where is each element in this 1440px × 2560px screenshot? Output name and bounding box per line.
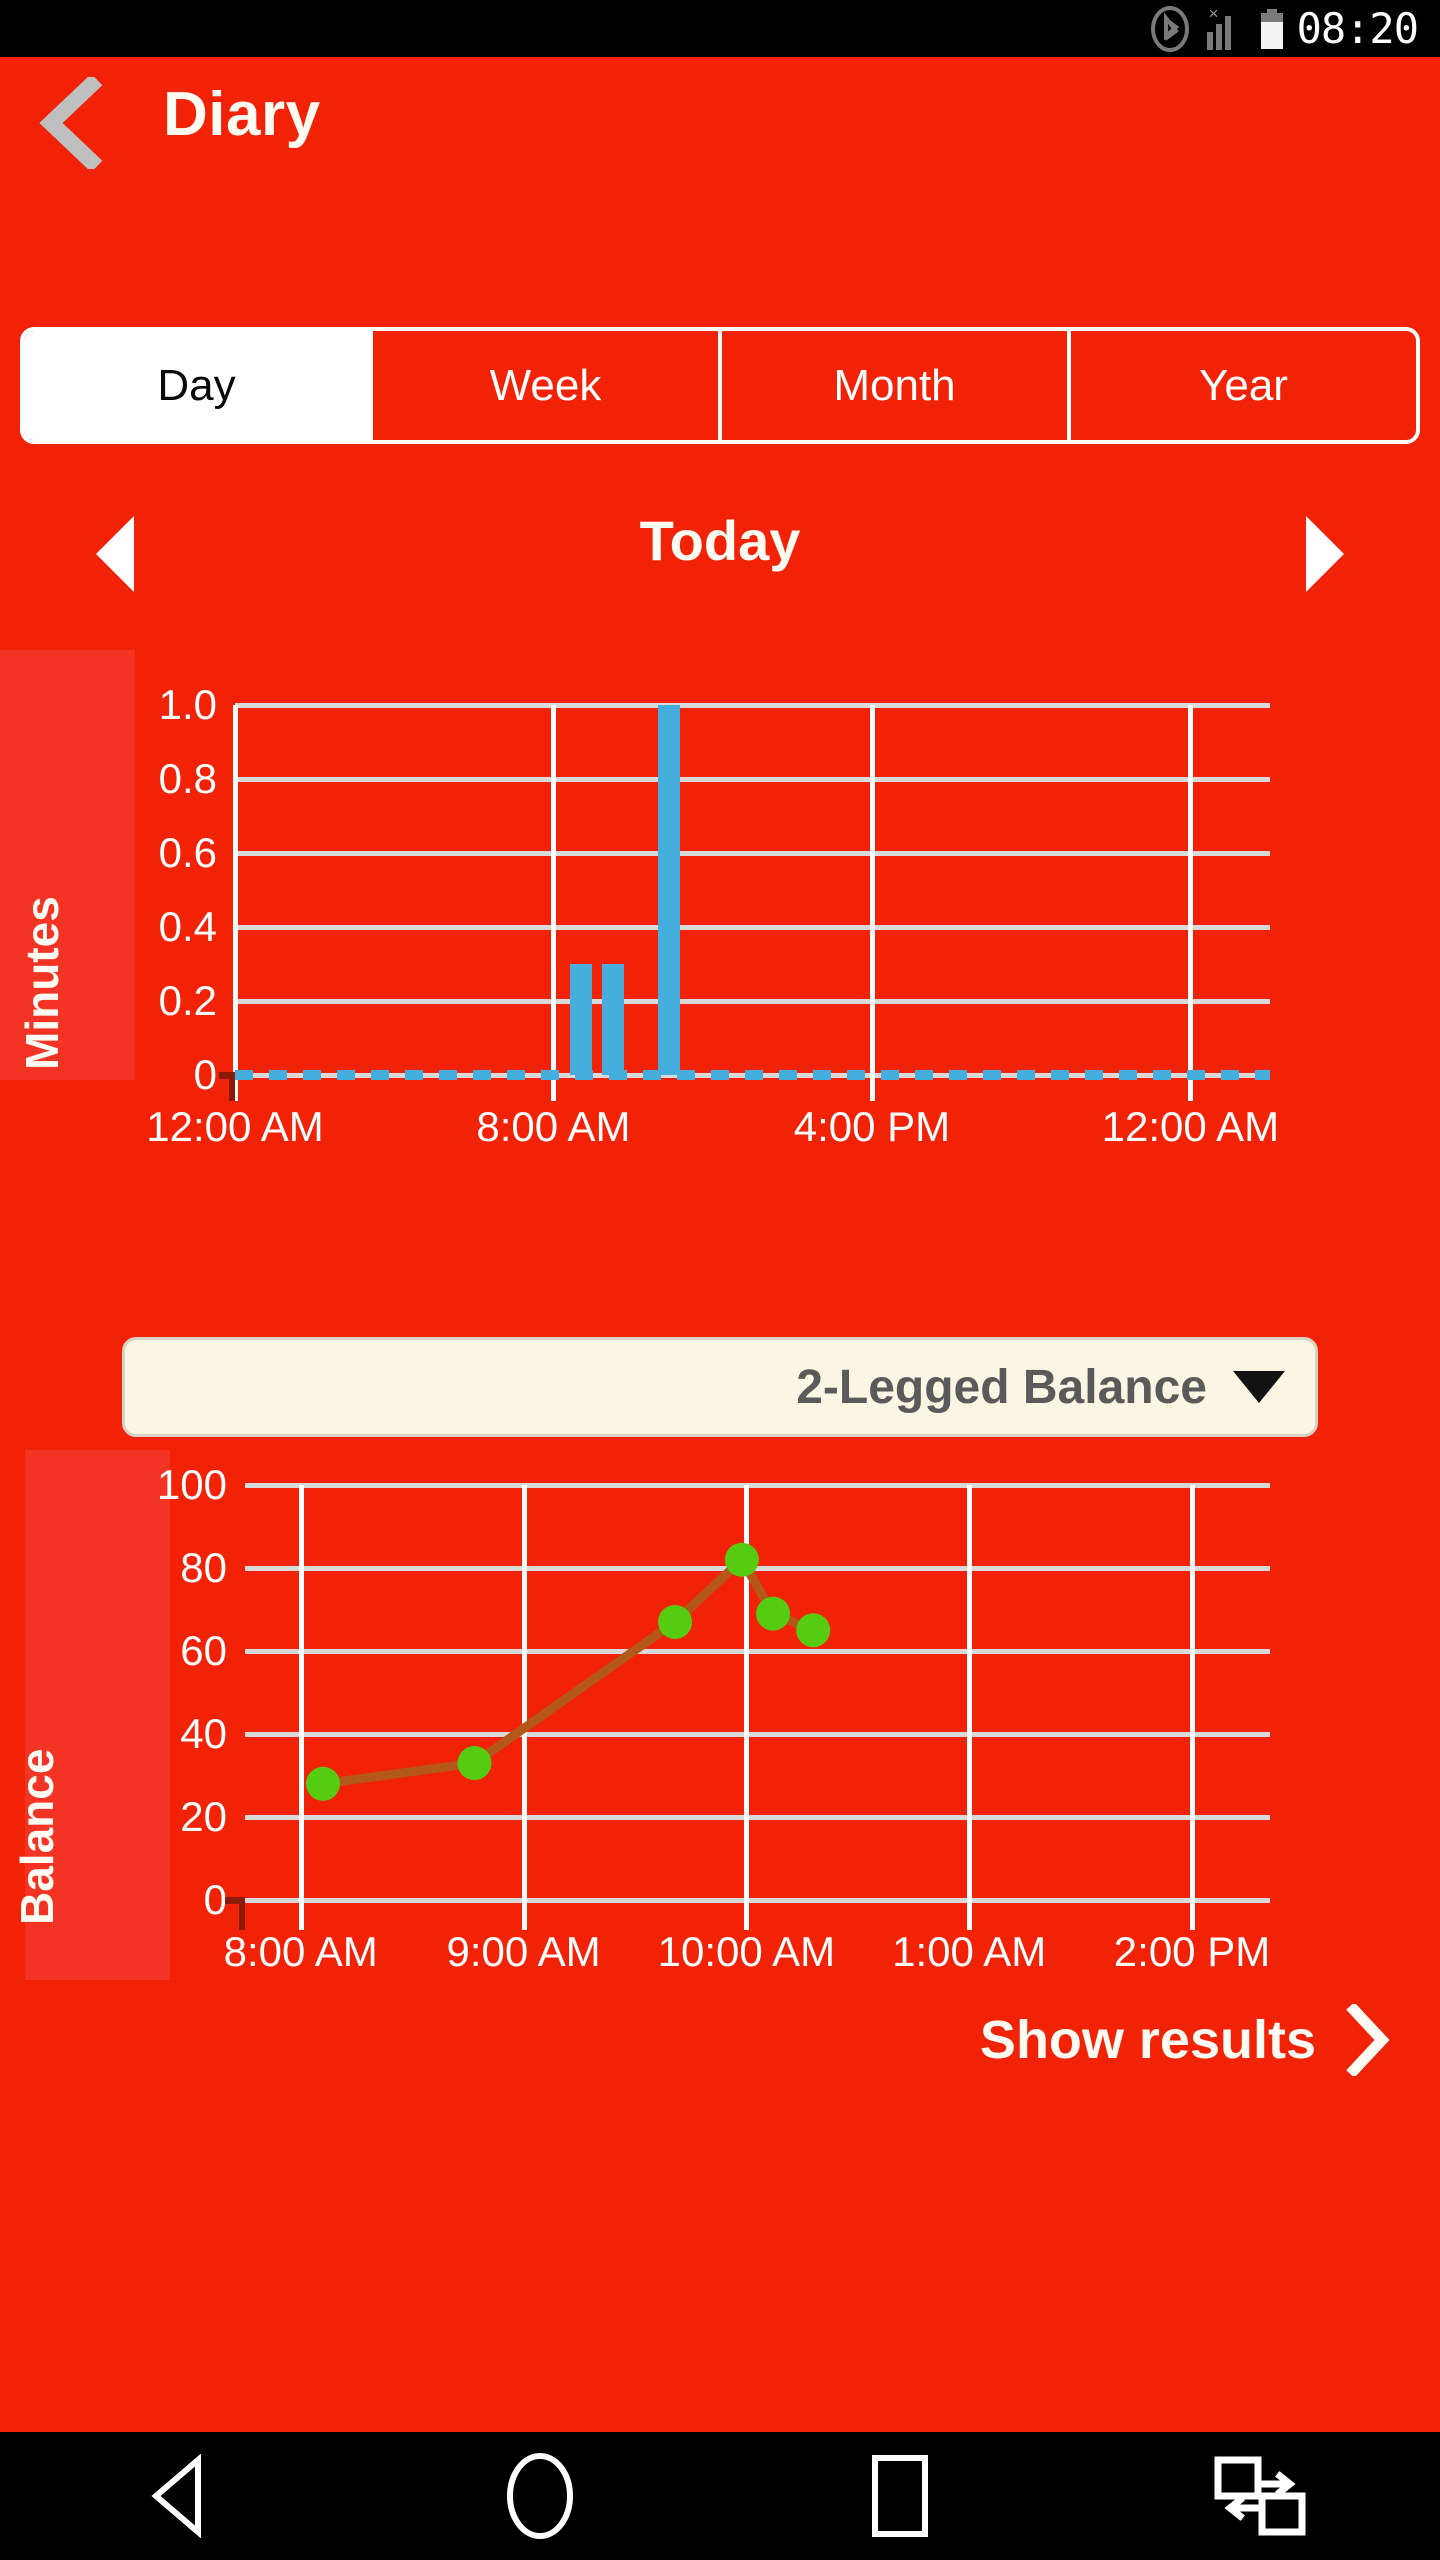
x-axis-tick-label: 12:00 AM xyxy=(1101,1103,1280,1150)
tab-week[interactable]: Week xyxy=(369,331,718,440)
nav-back-button[interactable] xyxy=(105,2432,255,2560)
split-screen-swap-icon xyxy=(1214,2456,1306,2536)
baseline-dashed xyxy=(235,1070,1270,1080)
nav-home-button[interactable] xyxy=(465,2432,615,2560)
gridline-horizontal xyxy=(235,999,1270,1004)
tab-week-label: Week xyxy=(489,360,602,410)
metric-select[interactable]: 2-Legged Balance xyxy=(122,1337,1318,1437)
gridline-horizontal xyxy=(235,925,1270,930)
gridline-horizontal xyxy=(235,851,1270,856)
data-point-marker xyxy=(658,1604,693,1639)
signal-no-sim-icon: × xyxy=(1206,5,1247,50)
y-axis-tick-label: 0.8 xyxy=(158,755,217,802)
android-nav-bar xyxy=(0,2432,1440,2560)
date-navigator: Today xyxy=(0,490,1440,620)
recents-square-icon xyxy=(872,2455,928,2537)
x-axis-tick-label: 8:00 AM xyxy=(476,1103,631,1150)
battery-icon xyxy=(1260,8,1283,49)
triangle-right-icon xyxy=(1306,516,1344,592)
status-bar-clock: 08:20 xyxy=(1296,3,1419,53)
home-circle-icon xyxy=(507,2453,573,2539)
app-screen: × 08:20 Diary Day Week Month Year Today … xyxy=(0,0,1440,2560)
bar xyxy=(602,964,625,1075)
y-axis-tick-label: 0 xyxy=(193,1051,217,1098)
y-axis-tick-label: 0.6 xyxy=(158,829,217,876)
page-title: Diary xyxy=(163,80,321,149)
back-triangle-icon xyxy=(151,2454,201,2538)
balance-chart[interactable]: Balance 0 20 40 60 80 100 8:00 AM 9:00 AM 10:00 A… xyxy=(11,1450,1315,1990)
balance-line-series xyxy=(305,1542,831,1801)
y-axis-tick-label: 0.4 xyxy=(158,903,217,950)
y-axis-tick-label: 1.0 xyxy=(158,681,217,728)
show-results-button[interactable]: Show results xyxy=(980,1995,1392,2085)
gridline-horizontal xyxy=(235,703,1270,708)
chevron-left-icon xyxy=(39,77,103,169)
status-bar: × 08:20 xyxy=(0,0,1440,57)
period-tab-bar: Day Week Month Year xyxy=(20,327,1420,444)
line-path xyxy=(318,1555,818,1789)
chevron-down-icon xyxy=(1233,1371,1285,1403)
tab-month[interactable]: Month xyxy=(718,331,1067,440)
y-axis-tick-label: 0.2 xyxy=(158,977,217,1024)
nav-split-screen-button[interactable] xyxy=(1185,2432,1335,2560)
x-axis-tick-label: 12:00 AM xyxy=(146,1103,324,1150)
minutes-chart[interactable]: Minutes 0 0.2 0.4 0.6 0.8 1.0 12:00 AM 8:00 AM 4:… xyxy=(16,650,1315,1150)
chevron-right-icon xyxy=(1346,2004,1390,2076)
gridline-horizontal xyxy=(235,777,1270,782)
bar xyxy=(570,964,593,1075)
data-point-marker xyxy=(457,1746,492,1781)
data-point-marker xyxy=(305,1766,340,1801)
show-results-label: Show results xyxy=(979,2010,1316,2070)
nav-recents-button[interactable] xyxy=(825,2432,975,2560)
x-axis-tick-label: 4:00 PM xyxy=(793,1103,951,1150)
gridline-vertical xyxy=(869,705,875,1075)
next-day-button[interactable] xyxy=(1285,514,1365,594)
tab-month-label: Month xyxy=(833,360,956,410)
current-date-label: Today xyxy=(639,509,801,572)
tab-year[interactable]: Year xyxy=(1067,331,1416,440)
gridline-vertical xyxy=(1188,705,1194,1075)
app-bar: Diary xyxy=(0,57,1440,192)
tab-year-label: Year xyxy=(1199,360,1288,410)
back-button[interactable] xyxy=(22,77,114,169)
data-point-marker xyxy=(796,1613,831,1648)
metric-select-value: 2-Legged Balance xyxy=(796,1360,1207,1414)
bluetooth-icon xyxy=(1147,5,1193,52)
data-point-marker xyxy=(724,1542,759,1577)
tab-day-label: Day xyxy=(157,360,236,410)
gridline-vertical xyxy=(233,705,238,1075)
gridline-vertical xyxy=(551,705,557,1075)
tab-day[interactable]: Day xyxy=(24,331,369,440)
data-point-marker xyxy=(756,1596,791,1631)
bar xyxy=(657,705,680,1075)
